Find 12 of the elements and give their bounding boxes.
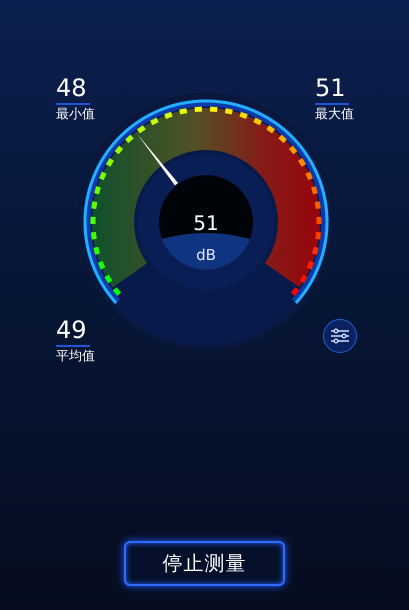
- stat-value: 48: [56, 74, 87, 102]
- stat-value: 51: [315, 74, 346, 102]
- gauge-unit: dB: [196, 246, 216, 264]
- stop-measurement-button[interactable]: 停止测量: [124, 541, 285, 586]
- stat-label: 最大值: [315, 107, 354, 123]
- stat-label: 最小值: [56, 107, 95, 123]
- stat-label: 平均值: [56, 349, 95, 365]
- settings-button[interactable]: [323, 319, 357, 353]
- gauge-needle: [137, 134, 178, 186]
- stat-value: 49: [56, 316, 87, 344]
- sliders-icon: [330, 328, 350, 344]
- gauge-reading: 51: [193, 211, 219, 235]
